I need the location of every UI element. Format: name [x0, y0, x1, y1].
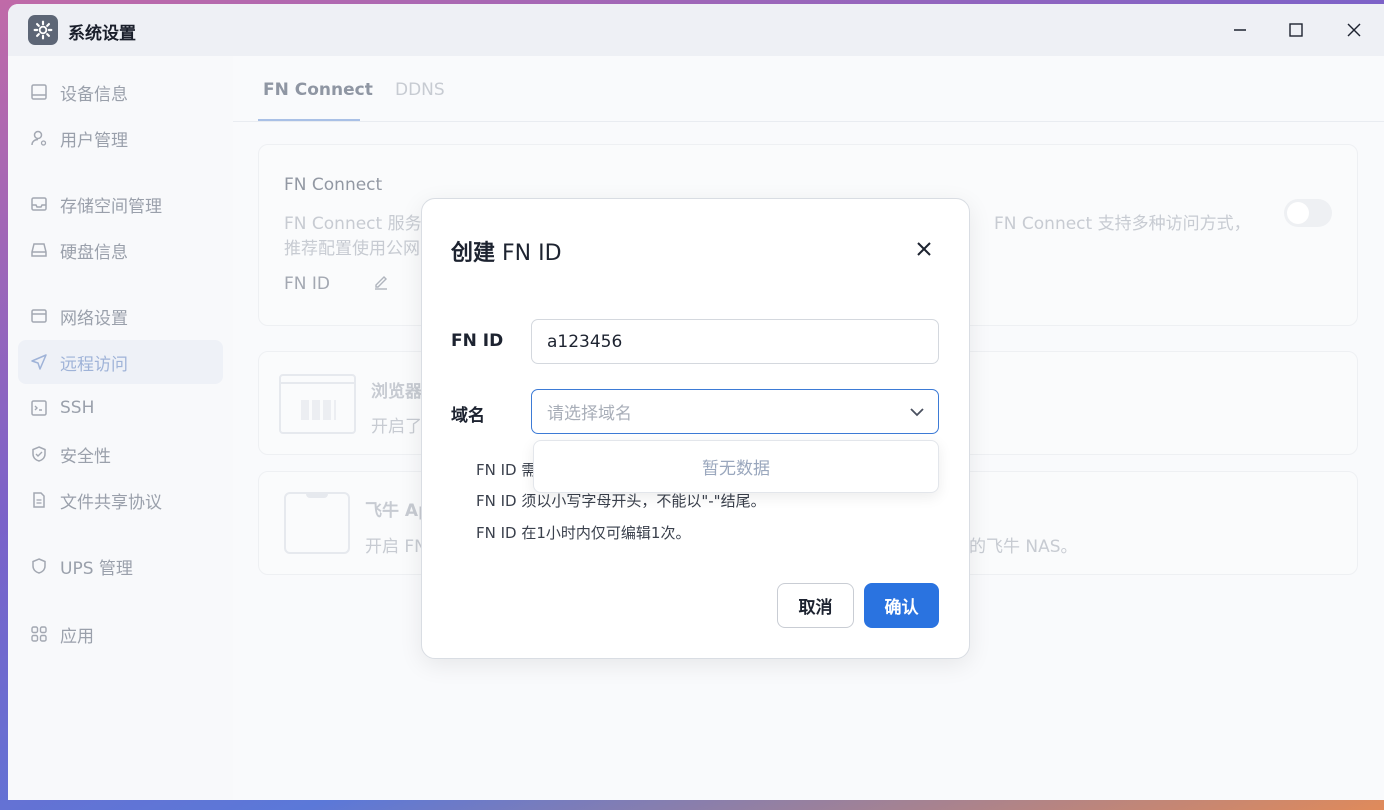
hint-line-2: FN ID 须以小写字母开头，不能以"-"结尾。 [476, 492, 766, 510]
sidebar-item-label: 存储空间管理 [60, 196, 162, 217]
cancel-button[interactable]: 取消 [777, 583, 854, 628]
dropdown-empty-text: 暂无数据 [702, 459, 770, 479]
sidebar-item-ups[interactable]: UPS 管理 [18, 544, 223, 588]
minimize-button[interactable] [1220, 16, 1260, 44]
network-icon [30, 307, 48, 325]
browser-card-desc: 开启了 [371, 417, 422, 437]
dialog-title-prefix: 创建 [451, 241, 496, 266]
monitor-icon [30, 83, 48, 101]
close-icon [917, 242, 931, 256]
dialog-title-suffix: FN ID [495, 241, 562, 266]
maximize-button[interactable] [1276, 16, 1316, 44]
ups-shield-icon [30, 557, 48, 575]
toggle-knob [1287, 202, 1309, 224]
create-fnid-dialog: 创建 FN ID FN ID 域名 请选择域名 FN ID 需 FN ID 须以… [421, 198, 970, 659]
tab-fn-connect[interactable]: FN Connect [263, 80, 373, 100]
close-window-button[interactable] [1334, 16, 1374, 44]
hint-line-3: FN ID 在1小时内仅可编辑1次。 [476, 524, 691, 542]
sidebar-item-apps[interactable]: 应用 [18, 612, 223, 656]
chevron-down-icon [910, 408, 924, 417]
maximize-icon [1289, 23, 1303, 37]
tab-active-indicator [258, 119, 360, 121]
sidebar-item-label: UPS 管理 [60, 558, 133, 579]
domain-dropdown-menu: 暂无数据 [533, 440, 939, 493]
sidebar-item-remote-access[interactable]: 远程访问 [18, 340, 223, 384]
window-title: 系统设置 [68, 24, 136, 44]
domain-select-placeholder: 请选择域名 [547, 404, 632, 424]
dialog-title: 创建 FN ID [451, 235, 562, 267]
sidebar-item-file-sharing[interactable]: 文件共享协议 [18, 478, 223, 522]
browser-card-title: 浏览器 [371, 382, 422, 402]
user-icon [30, 129, 48, 147]
domain-field-label: 域名 [451, 406, 485, 426]
sidebar-item-label: 远程访问 [60, 354, 128, 375]
shield-check-icon [30, 445, 48, 463]
fnid-field-label: FN ID [451, 331, 504, 351]
sidebar-item-user-management[interactable]: 用户管理 [18, 116, 223, 160]
sidebar-item-label: SSH [60, 398, 95, 418]
title-bar: 系统设置 [8, 4, 1384, 56]
tab-ddns[interactable]: DDNS [395, 80, 445, 100]
file-icon [30, 491, 48, 509]
sidebar-item-label: 文件共享协议 [60, 492, 162, 513]
fn-connect-toggle[interactable] [1284, 199, 1332, 227]
sidebar-item-storage[interactable]: 存储空间管理 [18, 182, 223, 226]
fn-connect-desc-line2: 推荐配置使用公网 [284, 239, 420, 259]
sidebar-item-ssh[interactable]: SSH [18, 386, 223, 430]
sidebar-item-label: 用户管理 [60, 130, 128, 151]
fn-connect-desc-right: FN Connect 支持多种访问方式， [994, 214, 1251, 234]
sidebar-item-label: 硬盘信息 [60, 242, 128, 263]
sidebar-item-disk-info[interactable]: 硬盘信息 [18, 228, 223, 272]
app-card-desc: 开启 FN [365, 537, 427, 557]
fnid-label: FN ID [284, 274, 331, 294]
apps-grid-icon [30, 625, 48, 643]
fn-connect-title: FN Connect [284, 175, 383, 195]
app-illustration-icon [284, 492, 350, 554]
sidebar-item-label: 网络设置 [60, 308, 128, 329]
sidebar-item-label: 设备信息 [60, 84, 128, 105]
fnid-input[interactable] [531, 319, 939, 364]
tab-bar: FN Connect DDNS [233, 56, 1384, 122]
sidebar-item-label: 安全性 [60, 446, 111, 467]
sidebar-item-network[interactable]: 网络设置 [18, 294, 223, 338]
hint-line-1: FN ID 需 [476, 461, 537, 479]
fn-connect-desc-left: FN Connect 服务 [284, 214, 422, 234]
close-icon [1347, 23, 1361, 37]
sidebar-item-label: 应用 [60, 626, 94, 647]
app-card-desc-right: 的飞牛 NAS。 [969, 537, 1078, 557]
domain-select[interactable]: 请选择域名 [531, 389, 939, 434]
send-icon [30, 353, 48, 371]
dialog-close-button[interactable] [910, 235, 938, 263]
browser-illustration-icon [279, 374, 356, 434]
terminal-icon [30, 399, 48, 417]
disk-icon [30, 241, 48, 259]
confirm-button[interactable]: 确认 [864, 583, 939, 628]
sidebar-item-device-info[interactable]: 设备信息 [18, 70, 223, 114]
minimize-icon [1234, 29, 1246, 31]
settings-gear-icon [28, 15, 58, 45]
edit-pencil-icon[interactable] [372, 273, 390, 295]
sidebar: 设备信息 用户管理 存储空间管理 硬盘信息 网络设置 远程访问 SSH 安全性 [8, 56, 233, 800]
storage-icon [30, 195, 48, 213]
sidebar-item-security[interactable]: 安全性 [18, 432, 223, 476]
